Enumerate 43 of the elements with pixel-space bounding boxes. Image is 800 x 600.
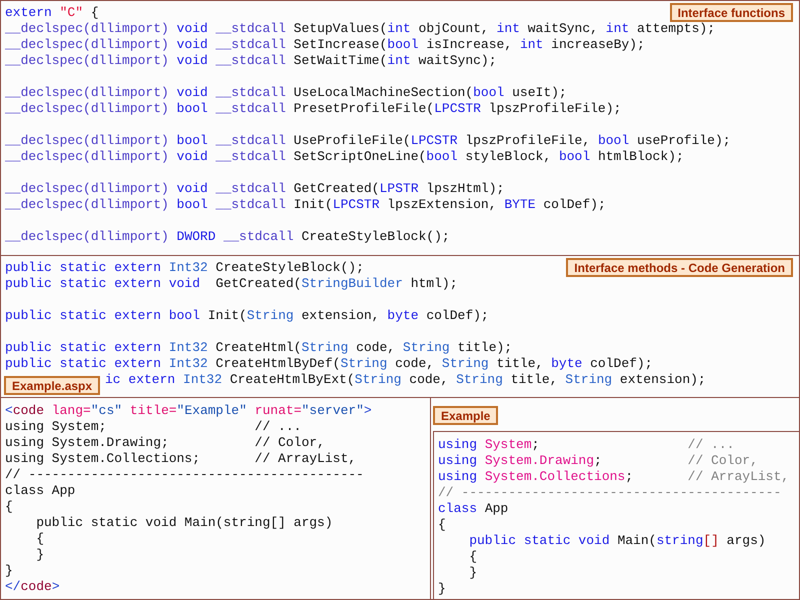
code-line: __declspec(dllimport) void __stdcall GetCreated(LPSTR lpszHtml);	[5, 181, 504, 197]
code-line: public static void Main(string[] args)	[468, 533, 766, 549]
code-line: public static extern Int32 CreateHtml(String code, String title);	[5, 340, 512, 356]
code-line: __declspec(dllimport) void __stdcall SetupValues(int objCount, int waitSync, int attempts);	[5, 21, 715, 37]
code-line: ic extern Int32 CreateHtmlByExt(String code, String title, String extension);	[105, 372, 706, 388]
code-line: __declspec(dllimport) bool __stdcall UseProfileFile(LPCSTR lpszProfileFile, bool useProfile);	[5, 133, 731, 149]
section-label: Interface functions	[670, 3, 793, 22]
code-line: // -----------------------------------------	[438, 485, 782, 501]
code-line: __declspec(dllimport) void __stdcall UseLocalMachineSection(bool useIt);	[5, 85, 567, 101]
code-line: __declspec(dllimport) void __stdcall SetIncrease(bool isIncrease, int increaseBy);	[5, 37, 645, 53]
code-line: using System.Collections; // ArrayList,	[438, 469, 790, 485]
code-line: }	[468, 565, 478, 581]
code-line: using System.Drawing; // Color,	[438, 453, 758, 469]
code-line: {	[5, 499, 13, 515]
code-line: __declspec(dllimport) void __stdcall SetScriptOneLine(bool styleBlock, bool htmlBlock);	[5, 149, 684, 165]
code-line: using System; // ...	[5, 419, 302, 435]
code-line: public static extern Int32 CreateStyleBlock();	[5, 260, 364, 276]
code-line: }	[438, 581, 446, 597]
code-line: {	[438, 517, 446, 533]
code-line: __declspec(dllimport) bool __stdcall PresetProfileFile(LPCSTR lpszProfileFile);	[5, 101, 622, 117]
code-line: __declspec(dllimport) DWORD __stdcall CreateStyleBlock();	[5, 229, 450, 245]
section-label: Example	[433, 406, 498, 425]
code-line: // -------------------------------------------	[5, 467, 364, 483]
code-line: public static void Main(string[] args)	[35, 515, 333, 531]
code-line: public static extern Int32 CreateHtmlByDef(String code, String title, byte colDef);	[5, 356, 653, 372]
code-line: public static extern bool Init(String extension, byte colDef);	[5, 308, 489, 324]
code-line: class App	[438, 501, 508, 517]
code-line: using System.Drawing; // Color,	[5, 435, 325, 451]
code-line: extern "C" {	[5, 5, 99, 21]
section-label: Interface methods - Code Generation	[566, 258, 793, 277]
code-line: using System.Collections; // ArrayList,	[5, 451, 356, 467]
code-line: {	[35, 531, 44, 547]
code-line: class App	[5, 483, 76, 499]
section-label: Example.aspx	[4, 376, 100, 395]
code-line: }	[5, 563, 13, 579]
code-line: __declspec(dllimport) void __stdcall SetWaitTime(int waitSync);	[5, 53, 497, 69]
code-line: __declspec(dllimport) bool __stdcall Init(LPCSTR lpszExtension, BYTE colDef);	[5, 197, 606, 213]
code-line: <code lang="cs" title="Example" runat="server">	[5, 403, 372, 419]
code-line: public static extern void GetCreated(StringBuilder html);	[5, 276, 458, 292]
code-line: {	[468, 549, 478, 565]
code-line: using System; // ...	[438, 437, 734, 453]
code-line: </code>	[5, 579, 60, 595]
code-line: }	[35, 547, 44, 563]
